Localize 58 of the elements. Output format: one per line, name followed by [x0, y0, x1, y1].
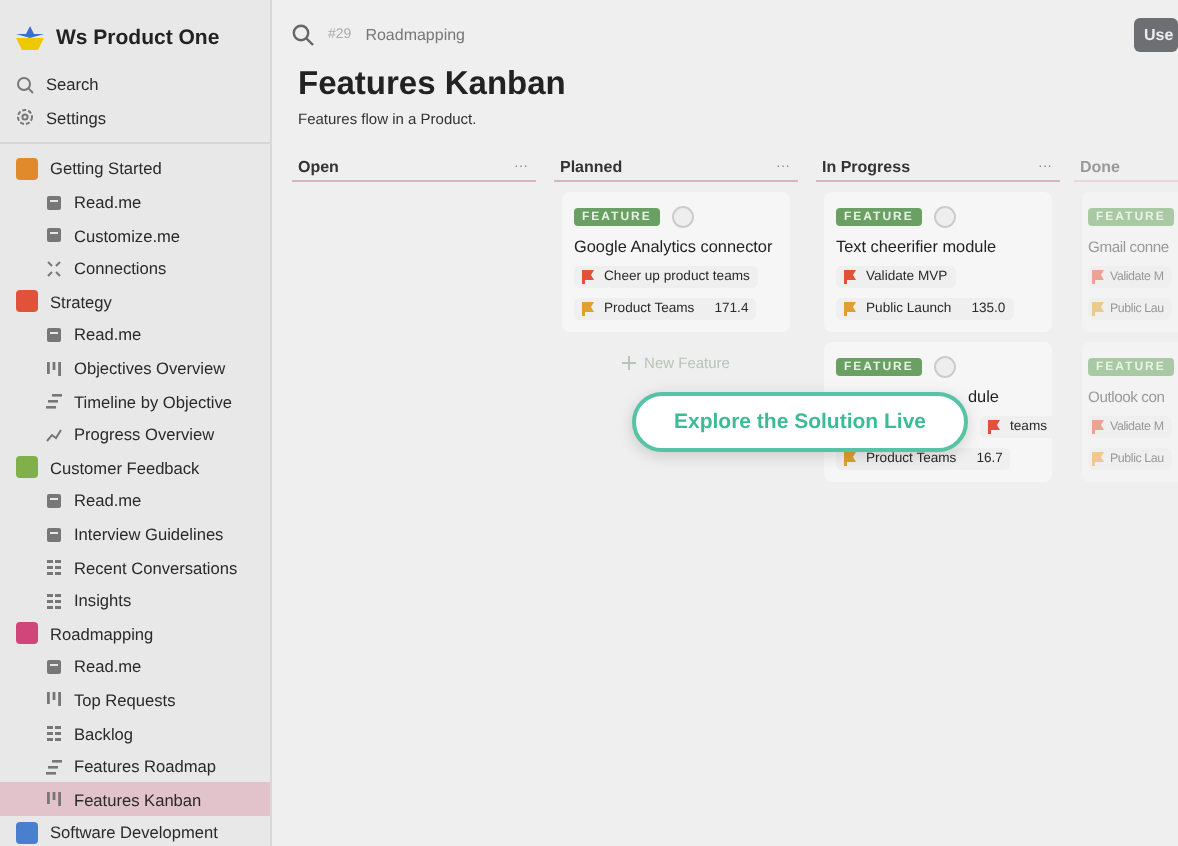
- section-item[interactable]: Getting Started: [0, 152, 270, 186]
- document-icon: [46, 325, 62, 344]
- sidebar-item[interactable]: Features Roadmap: [0, 749, 270, 783]
- sidebar-item[interactable]: Progress Overview: [0, 417, 270, 452]
- sidebar-item[interactable]: Top Requests: [0, 683, 270, 717]
- sidebar-item[interactable]: Customize.me: [0, 218, 270, 252]
- search-icon: [292, 23, 314, 45]
- table-icon: [46, 558, 62, 577]
- table-icon: [46, 724, 62, 743]
- sidebar-item[interactable]: Backlog: [0, 716, 270, 750]
- timeline-icon: [46, 392, 62, 411]
- columns-icon: [46, 790, 62, 809]
- columns-icon: [46, 359, 62, 378]
- settings-link[interactable]: Settings: [0, 101, 270, 135]
- logo-icon: [16, 26, 44, 50]
- sidebar-item[interactable]: Objectives Overview: [0, 351, 270, 385]
- status-circle[interactable]: [671, 206, 694, 228]
- status-circle[interactable]: [933, 356, 956, 378]
- workspace-name: Ws Product One: [56, 26, 220, 50]
- table-icon: [46, 591, 62, 610]
- nodes-icon: [46, 259, 62, 278]
- sidebar-item[interactable]: Read.me: [0, 318, 270, 352]
- section-item[interactable]: Customer Feedback: [0, 451, 270, 485]
- plus-icon: [622, 356, 637, 370]
- sidebar-item[interactable]: Recent Conversations: [0, 550, 270, 584]
- search-icon: [16, 75, 34, 94]
- column-title: Planned: [560, 157, 623, 175]
- sidebar-item[interactable]: Read.me: [0, 185, 270, 219]
- breadcrumb-link[interactable]: Roadmapping: [365, 25, 465, 43]
- document-icon: [46, 226, 62, 245]
- sidebar-item[interactable]: Timeline by Objective: [0, 384, 270, 418]
- document-icon: [46, 193, 62, 212]
- sidebar-item[interactable]: Interview Guidelines: [0, 517, 270, 551]
- column-title: Open: [298, 157, 339, 175]
- sidebar-item[interactable]: Connections: [0, 251, 270, 286]
- sidebar-item[interactable]: Features Kanban: [0, 782, 270, 817]
- document-icon: [46, 525, 62, 544]
- use-button[interactable]: Use: [1134, 17, 1178, 51]
- card-title: Google Analytics connector: [574, 238, 773, 256]
- document-icon: [46, 657, 62, 676]
- sidebar-item[interactable]: Read.me: [0, 650, 270, 684]
- document-icon: [46, 491, 62, 510]
- page-title: Features Kanban: [298, 66, 568, 104]
- section-item[interactable]: Roadmapping: [0, 617, 270, 651]
- column-title: Done: [1080, 157, 1120, 175]
- section-item[interactable]: Software Development: [0, 816, 270, 846]
- line-chart-icon: [46, 425, 62, 444]
- columns-icon: [46, 690, 62, 709]
- timeline-icon: [46, 757, 62, 776]
- search-link[interactable]: Search: [0, 68, 270, 102]
- sidebar-item[interactable]: Insights: [0, 583, 270, 617]
- card-title: Text cheerifier module: [836, 238, 997, 256]
- status-circle[interactable]: [933, 206, 956, 228]
- card-title: dule: [968, 388, 999, 406]
- column-title: In Progress: [822, 157, 911, 175]
- section-item[interactable]: Strategy: [0, 285, 270, 319]
- sidebar-item[interactable]: Read.me: [0, 484, 270, 518]
- settings-icon: [16, 108, 34, 127]
